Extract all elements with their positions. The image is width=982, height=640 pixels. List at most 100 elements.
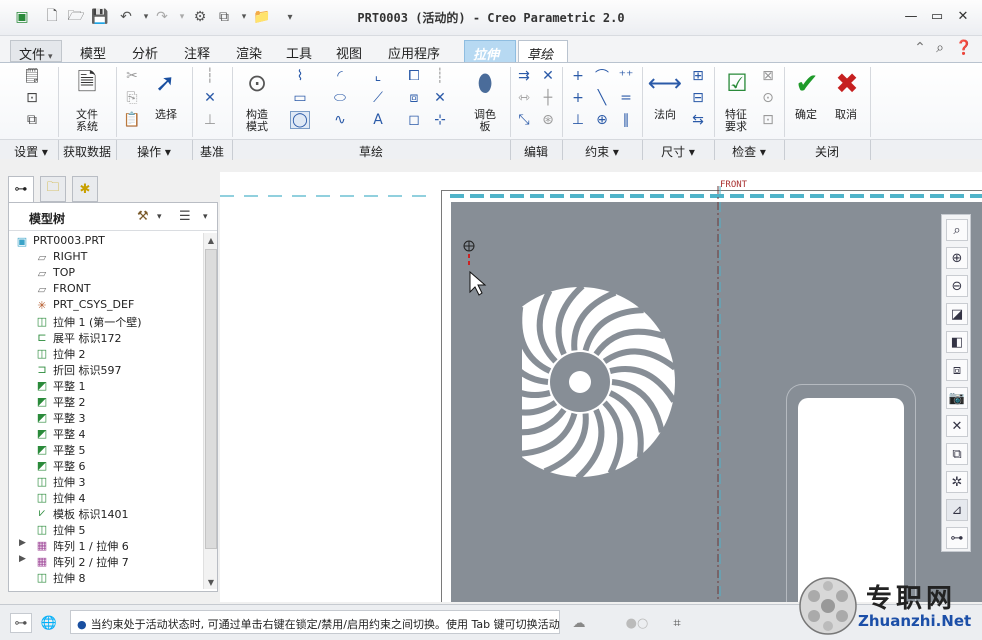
refit-icon[interactable]: ⌕ xyxy=(946,219,968,241)
tree-item[interactable]: ⊐ 折回 标识597 xyxy=(9,361,201,378)
delete-segment-icon[interactable]: ✕ xyxy=(538,67,558,85)
regenerate-icon[interactable]: ⚙ xyxy=(190,7,210,27)
tree-filter-icon[interactable]: ☰ xyxy=(179,209,191,224)
saved-orientations-icon[interactable]: ⧈ xyxy=(946,359,968,381)
view-manager-icon[interactable]: 📷 xyxy=(946,387,968,409)
navigator-toggle-icon[interactable]: ⊶ xyxy=(10,613,32,633)
horizontal-constraint-icon[interactable]: + xyxy=(568,89,588,107)
find-icon[interactable]: ⌗ xyxy=(666,613,688,633)
sketcher-display-icon[interactable]: ⊶ xyxy=(946,527,968,549)
spline-icon[interactable]: ∿ xyxy=(330,111,350,129)
perpendicular-constraint-icon[interactable]: ⊥ xyxy=(568,111,588,129)
help-icon[interactable]: ❓ xyxy=(954,38,974,58)
regen-status-icon[interactable]: ☁ xyxy=(568,613,590,633)
tree-item[interactable]: ▣ PRT0003.PRT xyxy=(9,233,201,249)
file-system-icon[interactable]: 🗎 xyxy=(70,68,104,101)
reference-dimension-icon[interactable]: ⇆ xyxy=(688,111,708,129)
tree-item[interactable]: ▱ TOP xyxy=(9,265,201,281)
tree-item[interactable]: ◩ 平整 4 xyxy=(9,425,201,442)
normal-dimension-icon[interactable]: ⟷ xyxy=(648,67,682,99)
perimeter-icon[interactable]: ⊞ xyxy=(688,67,708,85)
tab-render[interactable]: 渲染 xyxy=(228,40,270,62)
tree-item[interactable]: ◫ 拉伸 8 xyxy=(9,569,201,586)
datum-csys-icon[interactable]: ⊥ xyxy=(200,111,220,129)
tree-item[interactable]: ◩ 平整 1 xyxy=(9,377,201,394)
sketch-view-orient-icon[interactable]: ⊿ xyxy=(946,499,968,521)
browser-toggle-icon[interactable]: 🌐 xyxy=(38,613,60,633)
chamfer-icon[interactable]: ⟋ xyxy=(368,89,388,107)
parallel-constraint-icon[interactable]: ∥ xyxy=(616,111,636,129)
new-file-icon[interactable]: 🗋 xyxy=(42,7,62,27)
construction-centerline-icon[interactable]: ┊ xyxy=(430,67,450,85)
rotate-resize-icon[interactable]: ⊛ xyxy=(538,111,558,129)
tab-extrude[interactable]: 拉伸 xyxy=(464,40,516,63)
project-icon[interactable]: ◻ xyxy=(404,111,424,129)
circle-icon[interactable]: ◯ xyxy=(290,111,310,129)
thicken-icon[interactable]: ⧈ xyxy=(404,89,424,107)
arc-icon[interactable]: ◜ xyxy=(330,67,350,85)
open-file-icon[interactable]: 🗁 xyxy=(66,7,86,27)
vertical-constraint-icon[interactable]: + xyxy=(568,67,588,85)
fillet-icon[interactable]: ⌞ xyxy=(368,67,388,85)
copy-icon[interactable]: ⎘ xyxy=(122,89,142,107)
tree-item[interactable]: ▱ RIGHT xyxy=(9,249,201,265)
scroll-up-icon[interactable]: ▲ xyxy=(204,233,218,247)
zoom-in-icon[interactable]: ⊕ xyxy=(946,247,968,269)
graphics-area[interactable]: FRONT ⌕ ⊕ ⊖ ◪ ◧ ⧈ 📷 ✕ ⧉ ✲ ⊿ ⊶ xyxy=(220,172,982,602)
tree-item[interactable]: ◩ 平整 6 xyxy=(9,457,201,474)
tree-settings-icon[interactable]: ⚒ xyxy=(137,209,149,224)
tab-view[interactable]: 视图 xyxy=(328,40,370,62)
cancel-x-icon[interactable]: ✖ xyxy=(830,67,864,100)
tree-item[interactable]: ◫ 拉伸 3 xyxy=(9,473,201,490)
select-arrow-icon[interactable]: ➚ xyxy=(148,67,182,99)
tangent-constraint-icon[interactable]: ⌒ xyxy=(592,67,612,85)
folder-browser-tab-icon[interactable]: 🗀 xyxy=(40,176,66,202)
close-window-folder-icon[interactable]: 📁 xyxy=(252,7,272,27)
tab-tools[interactable]: 工具 xyxy=(278,40,320,62)
file-system-button[interactable]: 文件 系统 xyxy=(62,109,112,133)
baseline-icon[interactable]: ⊟ xyxy=(688,89,708,107)
ellipse-icon[interactable]: ⬭ xyxy=(330,89,350,107)
tree-item[interactable]: ◩ 平整 3 xyxy=(9,409,201,426)
model-tree-tab-icon[interactable]: ⊶ xyxy=(8,176,34,202)
spin-center-icon[interactable]: ✲ xyxy=(946,471,968,493)
tree-expand-icon[interactable]: ▶ xyxy=(19,554,26,564)
collapse-ribbon-icon[interactable]: ⌃ xyxy=(910,38,930,58)
centerline-icon[interactable]: ┆ xyxy=(200,67,220,85)
palette-button[interactable]: 调色 板 xyxy=(464,109,506,133)
line-icon[interactable]: ⌇ xyxy=(290,67,310,85)
feature-requirements-icon[interactable]: ☑ xyxy=(720,67,754,99)
group-setup[interactable]: 设置 ▾ xyxy=(4,143,58,160)
rectangle-icon[interactable]: ▭ xyxy=(290,89,310,107)
construction-csys-icon[interactable]: ⊹ xyxy=(430,111,450,129)
tab-sketch[interactable]: 草绘 xyxy=(518,40,568,63)
group-inspect[interactable]: 检查 ▾ xyxy=(714,143,784,160)
annotation-display-icon[interactable]: ⧉ xyxy=(946,443,968,465)
tab-annotate[interactable]: 注释 xyxy=(176,40,218,62)
paste-icon[interactable]: 📋 xyxy=(122,111,142,129)
construction-mode-icon[interactable]: ⊙ xyxy=(240,67,274,99)
redo-icon[interactable]: ↷ xyxy=(152,7,172,27)
save-icon[interactable]: 💾 xyxy=(90,7,110,27)
tree-item[interactable]: ✳ PRT_CSYS_DEF xyxy=(9,297,201,313)
repaint-icon[interactable]: ◪ xyxy=(946,303,968,325)
construction-mode-button[interactable]: 构造 模式 xyxy=(236,109,278,133)
ok-check-icon[interactable]: ✔ xyxy=(790,67,824,100)
palette-icon[interactable]: ⬮ xyxy=(468,67,502,99)
select-button[interactable]: 选择 xyxy=(146,109,186,121)
windows-icon[interactable]: ⧉ xyxy=(214,7,234,27)
scroll-thumb[interactable] xyxy=(205,249,217,549)
shade-closed-loops-icon[interactable]: ⊡ xyxy=(758,111,778,129)
maximize-button[interactable]: ▭ xyxy=(926,6,948,26)
construction-point-icon[interactable]: ✕ xyxy=(430,89,450,107)
sketch-setup-icon[interactable]: 🗒 xyxy=(22,67,42,85)
tree-vertical-scrollbar[interactable]: ▲ ▼ xyxy=(203,233,217,589)
text-icon[interactable]: A xyxy=(368,111,388,129)
datum-display-icon[interactable]: ✕ xyxy=(946,415,968,437)
zoom-out-icon[interactable]: ⊖ xyxy=(946,275,968,297)
highlight-open-ends-icon[interactable]: ⊙ xyxy=(758,89,778,107)
tab-analysis[interactable]: 分析 xyxy=(124,40,166,62)
normal-dimension-button[interactable]: 法向 xyxy=(646,109,684,121)
symmetric-constraint-icon[interactable]: ⁺⁺ xyxy=(616,67,636,85)
tree-item[interactable]: ◩ 平整 2 xyxy=(9,393,201,410)
